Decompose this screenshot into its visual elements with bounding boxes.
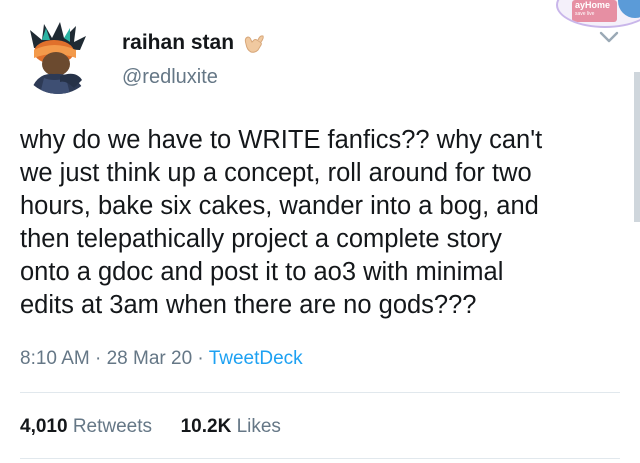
tweet-date[interactable]: 28 Mar 20: [107, 348, 193, 369]
display-name-text: raihan stan: [122, 31, 235, 54]
corner-app-badge: ayHome save live: [556, 0, 640, 28]
corner-badge-label: ayHome save live: [572, 0, 617, 22]
corner-badge-avatar: [618, 0, 640, 18]
likes-stat[interactable]: 10.2K Likes: [181, 416, 281, 437]
corner-badge-subtitle: save live: [575, 11, 595, 17]
retweets-count: 4,010: [20, 416, 68, 437]
avatar-illustration: [30, 22, 86, 94]
tweet-time[interactable]: 8:10 AM: [20, 348, 90, 369]
call-me-hand-icon: [240, 30, 266, 56]
meta-separator: ·: [89, 348, 107, 369]
corner-badge-title: ayHome: [575, 0, 611, 10]
divider: [20, 392, 620, 393]
divider: [20, 458, 620, 459]
display-name[interactable]: raihan stan: [122, 30, 266, 56]
side-scroll-strip: [634, 72, 640, 222]
avatar[interactable]: [20, 18, 96, 94]
tweet-text: why do we have to WRITE fanfics?? why ca…: [20, 126, 543, 319]
tweet-source-link[interactable]: TweetDeck: [209, 348, 303, 369]
user-handle[interactable]: @redluxite: [122, 66, 218, 89]
likes-label: Likes: [236, 416, 281, 437]
chevron-down-icon[interactable]: [598, 30, 620, 44]
likes-count: 10.2K: [180, 416, 232, 437]
meta-separator: ·: [192, 348, 209, 369]
tweet-stats: 4,010 Retweets 10.2K Likes: [20, 416, 281, 438]
retweets-stat[interactable]: 4,010 Retweets: [20, 416, 152, 437]
retweets-label: Retweets: [72, 416, 153, 437]
tweet-meta: 8:10 AM · 28 Mar 20 · TweetDeck: [20, 348, 303, 370]
